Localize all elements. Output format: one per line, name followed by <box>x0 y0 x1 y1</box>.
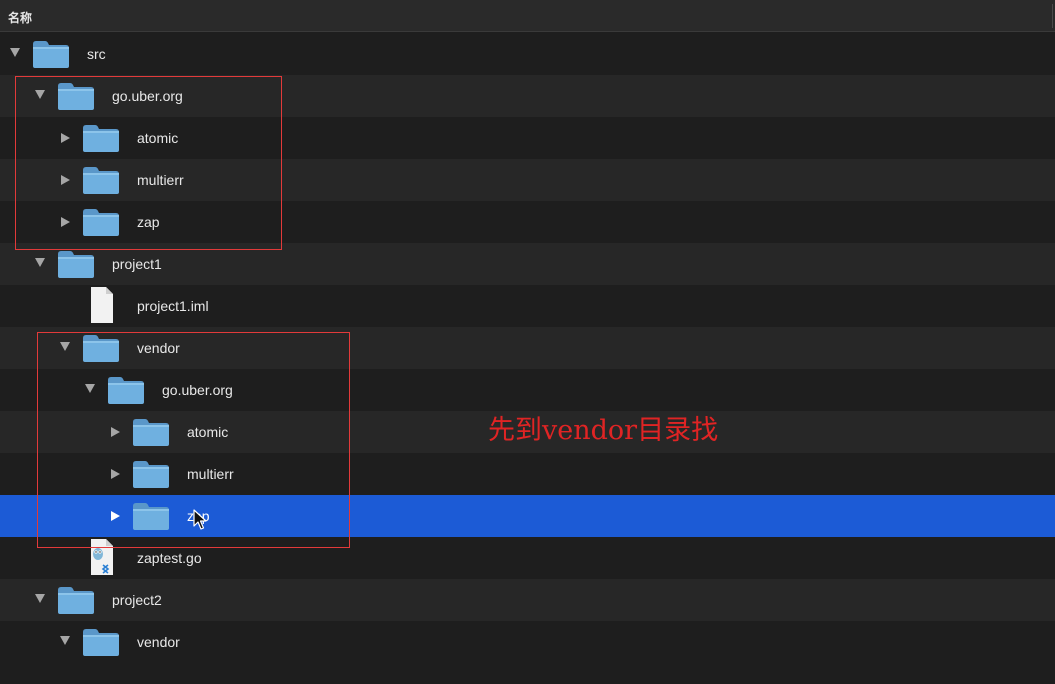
folder-icon <box>82 627 120 657</box>
disclosure-closed-icon[interactable] <box>111 511 120 521</box>
tree-item-label: src <box>87 46 106 62</box>
disclosure-open-icon[interactable] <box>10 48 20 57</box>
go-file-icon <box>82 539 120 575</box>
name-column-header[interactable]: 名称 <box>8 9 32 26</box>
tree-row[interactable]: multierr <box>0 453 1055 495</box>
tree-row[interactable]: multierr <box>0 159 1055 201</box>
disclosure-open-icon[interactable] <box>35 90 45 99</box>
tree-row[interactable]: zaptest.go <box>0 537 1055 579</box>
tree-row[interactable]: zap <box>0 495 1055 537</box>
tree-row[interactable]: project2 <box>0 579 1055 621</box>
tree-item-label: project1.iml <box>137 298 209 314</box>
tree-row[interactable]: src <box>0 33 1055 75</box>
folder-icon <box>132 417 170 447</box>
disclosure-closed-icon[interactable] <box>61 175 70 185</box>
disclosure-open-icon[interactable] <box>85 384 95 393</box>
folder-icon <box>107 375 145 405</box>
tree-row[interactable]: vendor <box>0 621 1055 663</box>
folder-icon <box>57 81 95 111</box>
tree-item-label: zap <box>137 214 160 230</box>
folder-icon <box>82 333 120 363</box>
folder-icon <box>82 165 120 195</box>
tree-item-label: zaptest.go <box>137 550 202 566</box>
folder-icon <box>32 39 70 69</box>
tree-item-label: vendor <box>137 340 180 356</box>
disclosure-open-icon[interactable] <box>35 594 45 603</box>
tree-item-label: atomic <box>187 424 229 440</box>
disclosure-open-icon[interactable] <box>60 342 70 351</box>
disclosure-closed-icon[interactable] <box>61 133 70 143</box>
tree-row[interactable]: zap <box>0 201 1055 243</box>
mouse-pointer-icon <box>193 509 207 530</box>
tree-item-label: project1 <box>112 256 162 272</box>
folder-icon <box>132 501 170 531</box>
tree-row[interactable]: go.uber.org <box>0 75 1055 117</box>
annotation-text: 先到vendor目录找 <box>488 415 719 446</box>
column-header[interactable]: 名称 <box>0 0 1055 32</box>
folder-icon <box>132 459 170 489</box>
tree-row[interactable]: project1 <box>0 243 1055 285</box>
tree-row[interactable]: go.uber.org <box>0 369 1055 411</box>
tree-item-label: multierr <box>187 466 234 482</box>
finder-window: 名称 src go.uber.org atomic multierr zap projec… <box>0 0 1055 684</box>
folder-icon <box>57 585 95 615</box>
folder-icon <box>57 249 95 279</box>
document-icon <box>82 287 120 323</box>
tree-item-label: go.uber.org <box>162 382 233 398</box>
column-divider[interactable] <box>1052 4 1053 28</box>
tree-row[interactable]: atomic <box>0 117 1055 159</box>
disclosure-open-icon[interactable] <box>35 258 45 267</box>
tree-item-label: go.uber.org <box>112 88 183 104</box>
disclosure-closed-icon[interactable] <box>111 427 120 437</box>
tree-row[interactable]: project1.iml <box>0 285 1055 327</box>
disclosure-closed-icon[interactable] <box>111 469 120 479</box>
folder-icon <box>82 123 120 153</box>
tree-item-label: vendor <box>137 634 180 650</box>
disclosure-open-icon[interactable] <box>60 636 70 645</box>
tree-row[interactable]: vendor <box>0 327 1055 369</box>
tree-item-label: multierr <box>137 172 184 188</box>
folder-icon <box>82 207 120 237</box>
tree-item-label: atomic <box>137 130 179 146</box>
tree-item-label: project2 <box>112 592 162 608</box>
disclosure-closed-icon[interactable] <box>61 217 70 227</box>
